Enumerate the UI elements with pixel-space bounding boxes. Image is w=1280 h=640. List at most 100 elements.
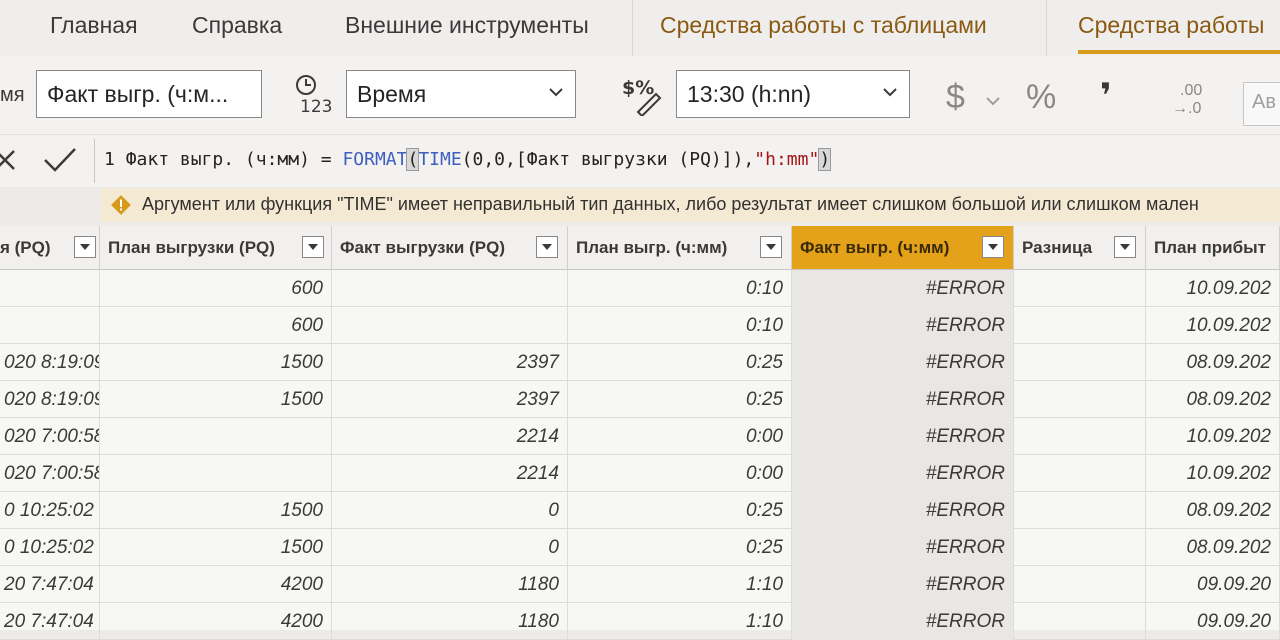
table-row[interactable]: 20 7:47:04 4200 1180 1:10 #ERROR 09.09.20 [0, 566, 1280, 603]
tab-external-tools[interactable]: Внешние инструменты [345, 12, 589, 39]
table-cell[interactable]: 08.09.202 [1146, 529, 1280, 566]
table-cell[interactable]: 20 7:47:04 [0, 566, 100, 603]
column-header-col-fact-unload-hmm[interactable]: Факт выгр. (ч:мм) [792, 226, 1014, 270]
table-row[interactable]: 020 8:19:09 1500 2397 0:25 #ERROR 08.09.202 [0, 344, 1280, 381]
table-cell[interactable]: 0:25 [568, 381, 792, 418]
table-cell[interactable]: 2397 [332, 344, 568, 381]
table-cell[interactable] [1014, 603, 1146, 640]
table-cell[interactable] [0, 270, 100, 307]
table-cell[interactable]: 10.09.202 [1146, 270, 1280, 307]
table-cell[interactable]: #ERROR [792, 492, 1014, 529]
column-header-col-plan-unload-pq[interactable]: План выгрузки (PQ) [100, 226, 332, 270]
table-cell[interactable] [332, 270, 568, 307]
table-cell[interactable]: 0 10:25:02 [0, 529, 100, 566]
table-cell[interactable]: 020 7:00:58 [0, 418, 100, 455]
table-cell[interactable]: #ERROR [792, 270, 1014, 307]
filter-dropdown-icon[interactable] [302, 236, 324, 258]
filter-dropdown-icon[interactable] [1114, 236, 1136, 258]
table-cell[interactable]: 1:10 [568, 603, 792, 640]
comma-button[interactable]: ❜ [1100, 76, 1112, 116]
column-name-input[interactable]: Факт выгр. (ч:м... [36, 70, 262, 118]
table-cell[interactable]: #ERROR [792, 344, 1014, 381]
table-cell[interactable]: #ERROR [792, 529, 1014, 566]
table-cell[interactable]: 08.09.202 [1146, 344, 1280, 381]
table-cell[interactable]: 1500 [100, 381, 332, 418]
table-cell[interactable]: 0 [332, 529, 568, 566]
table-cell[interactable]: 0:10 [568, 307, 792, 344]
table-cell[interactable]: 20 7:47:04 [0, 603, 100, 640]
filter-dropdown-icon[interactable] [74, 236, 96, 258]
table-row[interactable]: 020 7:00:58 2214 0:00 #ERROR 10.09.202 [0, 418, 1280, 455]
table-cell[interactable]: #ERROR [792, 418, 1014, 455]
table-cell[interactable]: #ERROR [792, 381, 1014, 418]
table-cell[interactable]: #ERROR [792, 566, 1014, 603]
table-cell[interactable]: 0 10:25:02 [0, 492, 100, 529]
table-cell[interactable]: 0:25 [568, 344, 792, 381]
table-cell[interactable]: 1500 [100, 529, 332, 566]
table-cell[interactable] [100, 418, 332, 455]
table-cell[interactable]: #ERROR [792, 455, 1014, 492]
decimal-places-button[interactable]: .00 →.0 [1172, 82, 1212, 122]
table-cell[interactable]: 08.09.202 [1146, 492, 1280, 529]
table-cell[interactable]: 600 [100, 270, 332, 307]
table-cell[interactable]: #ERROR [792, 603, 1014, 640]
table-cell[interactable] [332, 307, 568, 344]
table-cell[interactable]: 020 8:19:09 [0, 381, 100, 418]
column-header-col-fact-unload-pq[interactable]: Факт выгрузки (PQ) [332, 226, 568, 270]
table-cell[interactable]: 10.09.202 [1146, 307, 1280, 344]
table-cell[interactable]: 0:25 [568, 492, 792, 529]
tab-help[interactable]: Справка [192, 12, 282, 39]
table-cell[interactable]: 10.09.202 [1146, 455, 1280, 492]
table-cell[interactable]: 020 7:00:58 [0, 455, 100, 492]
table-cell[interactable]: 0:00 [568, 418, 792, 455]
table-cell[interactable] [100, 455, 332, 492]
percent-button[interactable]: % [1026, 78, 1056, 117]
column-header-col-plan-arrival[interactable]: План прибыт [1146, 226, 1280, 270]
table-row[interactable]: 600 0:10 #ERROR 10.09.202 [0, 307, 1280, 344]
table-cell[interactable]: 1180 [332, 566, 568, 603]
auto-decimals-input[interactable]: Ав [1243, 82, 1280, 126]
table-cell[interactable] [1014, 307, 1146, 344]
table-row[interactable]: 20 7:47:04 4200 1180 1:10 #ERROR 09.09.20 [0, 603, 1280, 640]
formula-input[interactable]: 1 Факт выгр. (ч:мм) = FORMAT(TIME(0,0,[Ф… [104, 148, 832, 171]
table-cell[interactable]: 4200 [100, 603, 332, 640]
table-cell[interactable]: 0:00 [568, 455, 792, 492]
table-cell[interactable]: 08.09.202 [1146, 381, 1280, 418]
table-cell[interactable]: 2214 [332, 418, 568, 455]
filter-dropdown-icon[interactable] [982, 236, 1004, 258]
table-cell[interactable]: 1180 [332, 603, 568, 640]
table-cell[interactable]: 0:25 [568, 529, 792, 566]
table-row[interactable]: 600 0:10 #ERROR 10.09.202 [0, 270, 1280, 307]
table-row[interactable]: 0 10:25:02 1500 0 0:25 #ERROR 08.09.202 [0, 529, 1280, 566]
table-cell[interactable]: 1500 [100, 492, 332, 529]
table-cell[interactable] [1014, 529, 1146, 566]
table-cell[interactable]: 0 [332, 492, 568, 529]
table-cell[interactable]: 1:10 [568, 566, 792, 603]
table-cell[interactable]: 10.09.202 [1146, 418, 1280, 455]
cancel-icon[interactable] [0, 145, 18, 175]
tab-home[interactable]: Главная [50, 12, 138, 39]
table-row[interactable]: 0 10:25:02 1500 0 0:25 #ERROR 08.09.202 [0, 492, 1280, 529]
tab-table-tools[interactable]: Средства работы с таблицами [660, 12, 987, 39]
table-cell[interactable]: 0:10 [568, 270, 792, 307]
chevron-down-icon[interactable] [986, 96, 1000, 106]
table-cell[interactable] [1014, 418, 1146, 455]
tab-column-tools[interactable]: Средства работы [1078, 12, 1264, 39]
table-cell[interactable]: 2214 [332, 455, 568, 492]
table-cell[interactable]: 600 [100, 307, 332, 344]
column-header-col-plan-unload-hmm[interactable]: План выгр. (ч:мм) [568, 226, 792, 270]
table-cell[interactable]: 09.09.20 [1146, 566, 1280, 603]
column-header-col-arrival-time[interactable]: я (PQ) [0, 226, 100, 270]
currency-button[interactable]: $ [946, 78, 965, 117]
table-cell[interactable] [1014, 270, 1146, 307]
table-cell[interactable] [1014, 344, 1146, 381]
filter-dropdown-icon[interactable] [760, 236, 782, 258]
format-select[interactable]: 13:30 (h:nn) [676, 70, 910, 118]
table-cell[interactable] [1014, 381, 1146, 418]
table-cell[interactable] [0, 307, 100, 344]
table-cell[interactable]: 1500 [100, 344, 332, 381]
table-cell[interactable] [1014, 492, 1146, 529]
table-cell[interactable] [1014, 455, 1146, 492]
table-cell[interactable]: #ERROR [792, 307, 1014, 344]
table-cell[interactable]: 09.09.20 [1146, 603, 1280, 640]
